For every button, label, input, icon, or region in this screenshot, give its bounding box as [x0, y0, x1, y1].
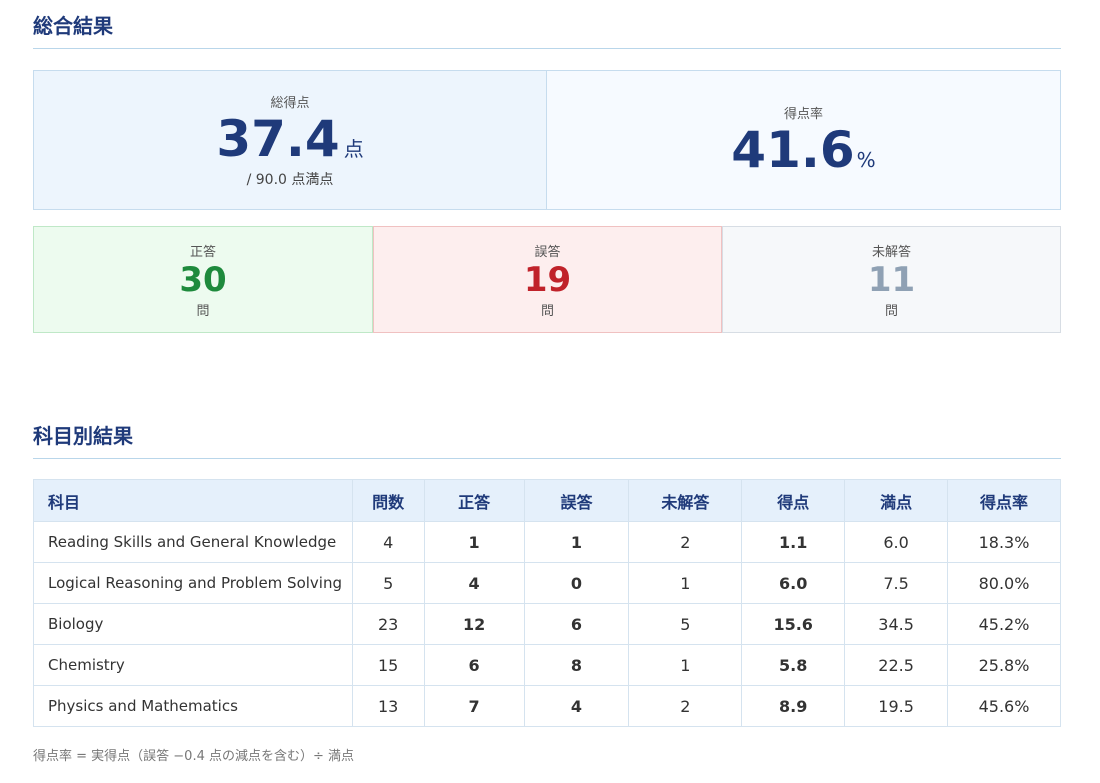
subject-max: 7.5 [844, 562, 949, 604]
header-question-count: 問数 [351, 479, 425, 522]
subject-rate: 45.6% [947, 685, 1061, 727]
question-count: 4 [351, 521, 425, 563]
subject-results-table: 科目 問数 正答 誤答 未解答 得点 満点 得点率 Reading Skills… [33, 479, 1061, 727]
score-rate-unit: % [856, 147, 876, 172]
wrong-count: 4 [523, 685, 630, 727]
blank-count: 1 [628, 644, 743, 686]
correct-count: 6 [423, 644, 525, 686]
table-row: Biology 23 12 6 5 15.6 34.5 45.2% [33, 603, 1061, 645]
correct-unit: 問 [196, 303, 210, 319]
blank-count: 2 [628, 685, 743, 727]
answer-counts: 正答 30 問 誤答 19 問 未解答 11 問 [33, 226, 1061, 333]
header-score: 得点 [741, 479, 846, 522]
subject-name: Logical Reasoning and Problem Solving [33, 562, 353, 604]
wrong-count: 8 [523, 644, 630, 686]
blank-label: 未解答 [871, 244, 911, 260]
subject-score: 8.9 [741, 685, 846, 727]
subject-score: 1.1 [741, 521, 846, 563]
correct-count-card: 正答 30 問 [33, 226, 373, 333]
total-score-max: / 90.0 点満点 [246, 171, 334, 188]
wrong-count-card: 誤答 19 問 [373, 226, 722, 333]
subject-max: 19.5 [844, 685, 949, 727]
wrong-value: 19 [523, 259, 572, 300]
score-rate-value: 41.6 [731, 120, 855, 179]
question-count: 15 [351, 644, 425, 686]
header-wrong: 誤答 [523, 479, 630, 522]
correct-label: 正答 [189, 244, 216, 260]
subject-name: Physics and Mathematics [33, 685, 353, 727]
header-blank: 未解答 [628, 479, 743, 522]
wrong-label: 誤答 [534, 244, 561, 260]
table-row: Logical Reasoning and Problem Solving 5 … [33, 562, 1061, 604]
blank-count: 5 [628, 603, 743, 645]
score-rate-note: 得点率 = 実得点（誤答 −0.4 点の減点を含む）÷ 満点 [33, 749, 355, 764]
wrong-count: 0 [523, 562, 630, 604]
header-correct: 正答 [423, 479, 525, 522]
blank-count: 1 [628, 562, 743, 604]
subjects-title: 科目別結果 [33, 410, 1061, 459]
total-score-card: 総得点 37.4 点 / 90.0 点満点 [33, 70, 547, 210]
subject-name: Biology [33, 603, 353, 645]
blank-count-card: 未解答 11 問 [722, 226, 1061, 333]
blank-unit: 問 [884, 303, 898, 319]
wrong-unit: 問 [540, 303, 554, 319]
overall-title: 総合結果 [33, 0, 1061, 49]
header-max: 満点 [844, 479, 949, 522]
question-count: 5 [351, 562, 425, 604]
wrong-count: 1 [523, 521, 630, 563]
question-count: 13 [351, 685, 425, 727]
correct-count: 7 [423, 685, 525, 727]
total-score-unit: 点 [343, 136, 364, 161]
subject-rate: 18.3% [947, 521, 1061, 563]
blank-count: 2 [628, 521, 743, 563]
table-row: Physics and Mathematics 13 7 4 2 8.9 19.… [33, 685, 1061, 727]
subject-rate: 25.8% [947, 644, 1061, 686]
correct-count: 1 [423, 521, 525, 563]
table-row: Chemistry 15 6 8 1 5.8 22.5 25.8% [33, 644, 1061, 686]
subject-name: Chemistry [33, 644, 353, 686]
subject-rate: 80.0% [947, 562, 1061, 604]
total-score-value: 37.4 [216, 109, 340, 168]
subject-max: 34.5 [844, 603, 949, 645]
subject-score: 15.6 [741, 603, 846, 645]
subject-max: 6.0 [844, 521, 949, 563]
header-subject: 科目 [33, 479, 353, 522]
subject-score: 6.0 [741, 562, 846, 604]
question-count: 23 [351, 603, 425, 645]
subject-score: 5.8 [741, 644, 846, 686]
header-rate: 得点率 [947, 479, 1061, 522]
score-rate-card: 得点率 41.6% [547, 70, 1061, 210]
correct-value: 30 [179, 259, 227, 300]
subject-name: Reading Skills and General Knowledge [33, 521, 353, 563]
subject-max: 22.5 [844, 644, 949, 686]
table-row: Reading Skills and General Knowledge 4 1… [33, 521, 1061, 563]
table-header-row: 科目 問数 正答 誤答 未解答 得点 満点 得点率 [33, 479, 1061, 522]
total-score-label: 総得点 [270, 95, 310, 111]
correct-count: 12 [423, 603, 525, 645]
score-summary: 総得点 37.4 点 / 90.0 点満点 得点率 41.6% [33, 70, 1061, 210]
score-rate-label: 得点率 [783, 106, 823, 122]
blank-value: 11 [867, 259, 916, 300]
wrong-count: 6 [523, 603, 630, 645]
correct-count: 4 [423, 562, 525, 604]
subject-rate: 45.2% [947, 603, 1061, 645]
